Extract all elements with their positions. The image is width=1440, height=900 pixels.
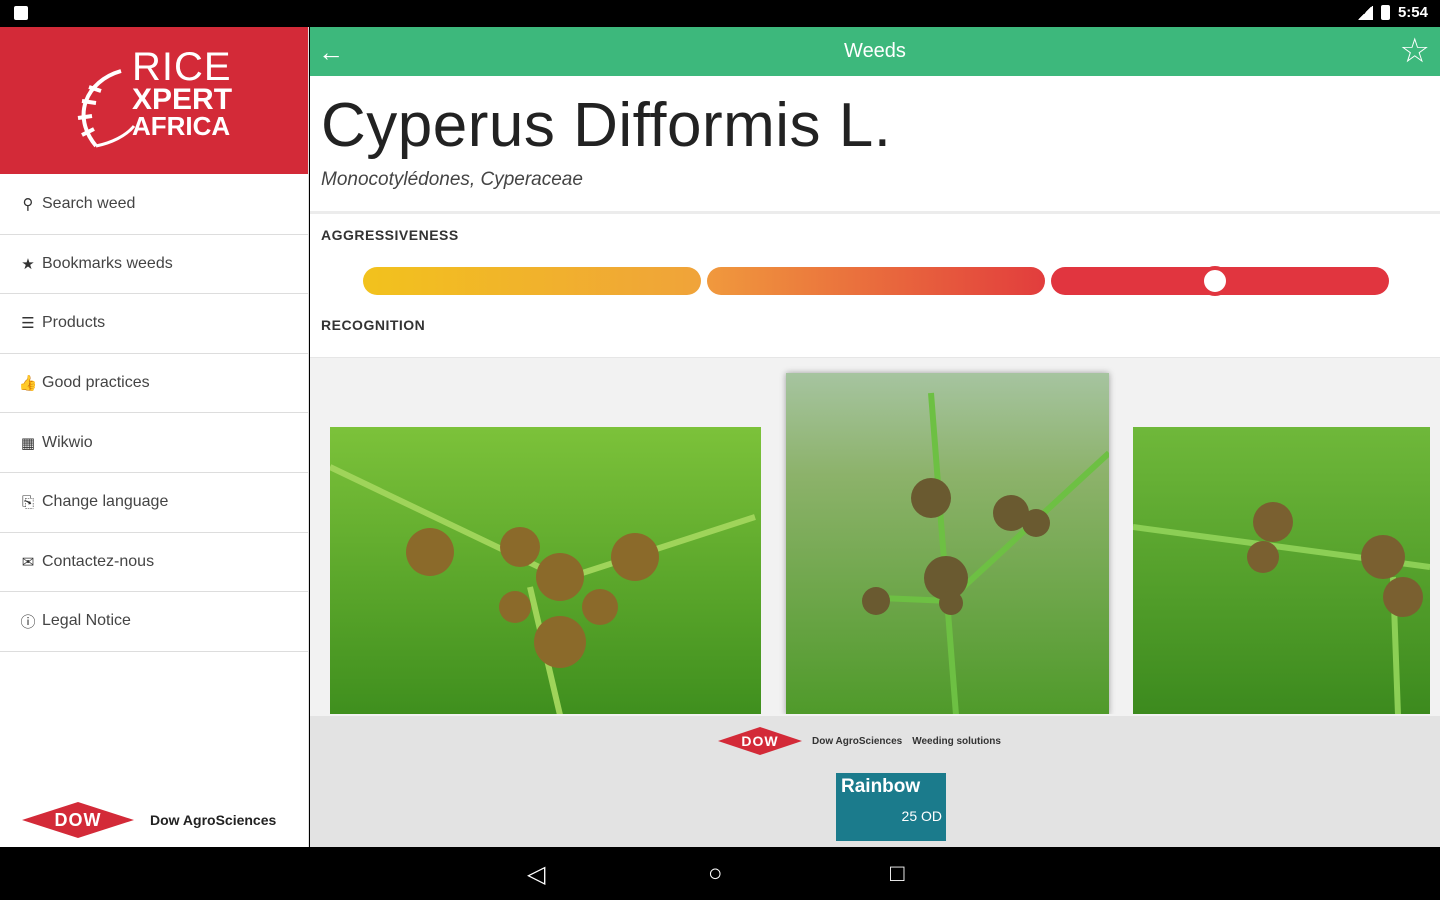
system-navigation-bar: ◁ ○ □ (0, 847, 1440, 900)
weed-name: Cyperus Difformis L. (321, 91, 892, 160)
logo-line-africa: AFRICA (132, 111, 231, 141)
rainbow-product-logo[interactable]: Rainbow 25 OD (836, 773, 946, 841)
search-icon: ⚲ (22, 196, 34, 214)
dow-logo: DOW (22, 801, 134, 839)
weed-family: Monocotylédones, Cyperaceae (321, 169, 583, 190)
aggressiveness-marker (1199, 266, 1230, 296)
status-bar: 5:54 (0, 0, 1440, 27)
envelope-icon: ✉ (21, 553, 35, 571)
menu-item-change-language[interactable]: ⎘ Change language (0, 473, 308, 533)
ad-company: Dow AgroSciences (812, 735, 903, 747)
menu-item-label: Wikwio (42, 433, 93, 451)
product-dose: 25 OD (901, 808, 942, 824)
menu-item-label: Contactez-nous (42, 552, 155, 570)
product-name: Rainbow (841, 776, 921, 797)
navigation-drawer: RICE XPERT AFRICA ⚲ Search weed ★ Bookma… (0, 27, 309, 847)
signal-icon (1356, 5, 1373, 20)
menu-item-good-practices[interactable]: 👍 Good practices (0, 354, 308, 414)
star-icon: ★ (21, 255, 35, 273)
language-icon: ⎘ (21, 493, 34, 511)
list-icon: ☰ (21, 315, 35, 333)
weed-photo-2[interactable] (786, 373, 1109, 714)
menu-item-wikwio[interactable]: ▦ Wikwio (0, 413, 308, 473)
sponsor-row: DOW Dow AgroSciences Weeding solutions (718, 726, 1001, 756)
menu-item-label: Search weed (42, 195, 136, 213)
app-logo: RICE XPERT AFRICA (0, 27, 308, 174)
sponsor-banner[interactable]: DOW Dow AgroSciences Weeding solutions R… (310, 716, 1440, 847)
app-bar-title: Weeds (844, 40, 906, 62)
bookmark-star-icon[interactable]: ☆ (1400, 31, 1430, 71)
dow-logo-text: DOW (741, 733, 779, 749)
thumbs-up-icon: 👍 (18, 375, 38, 393)
status-time: 5:54 (1397, 4, 1428, 21)
dow-logo: DOW (718, 726, 802, 756)
aggressiveness-title: AGGRESSIVENESS (321, 227, 459, 243)
weed-photo-3[interactable] (1133, 427, 1430, 714)
sponsor-name: Dow AgroSciences (150, 811, 277, 828)
menu-item-label: Bookmarks weeds (42, 254, 173, 272)
recognition-title: RECOGNITION (321, 317, 426, 333)
rice-wreath-icon (77, 69, 136, 148)
sponsor-footer: DOW Dow AgroSciences (0, 792, 309, 847)
logo-text: RICE XPERT AFRICA (132, 47, 232, 139)
weed-header: Cyperus Difformis L. Monocotylédones, Cy… (310, 76, 1440, 214)
drawer-menu: ⚲ Search weed ★ Bookmarks weeds ☰ Produc… (0, 175, 308, 652)
battery-icon (1380, 5, 1390, 20)
notification-icon (14, 6, 28, 20)
menu-item-bookmarks-weeds[interactable]: ★ Bookmarks weeds (0, 235, 308, 295)
ad-tagline: Weeding solutions (912, 735, 1001, 747)
dow-logo-text: DOW (54, 809, 102, 830)
aggressiveness-medium-segment (707, 267, 1045, 295)
weed-info: AGGRESSIVENESS RECOGNITION (310, 214, 1440, 358)
weed-photo-1[interactable] (330, 427, 761, 714)
logo-line-rice: RICE (132, 45, 232, 89)
menu-item-label: Good practices (42, 374, 150, 392)
menu-item-label: Products (42, 314, 106, 332)
menu-item-label: Legal Notice (42, 612, 131, 630)
menu-item-contact[interactable]: ✉ Contactez-nous (0, 533, 308, 593)
recognition-gallery[interactable] (310, 358, 1440, 714)
menu-item-products[interactable]: ☰ Products (0, 294, 308, 354)
book-icon: ▦ (20, 434, 36, 452)
aggressiveness-low-segment (363, 267, 701, 295)
nav-recents-icon[interactable]: □ (890, 860, 905, 888)
menu-item-search-weed[interactable]: ⚲ Search weed (0, 175, 308, 235)
app-bar: ← Weeds ☆ (310, 27, 1440, 76)
info-icon: ⓘ (20, 613, 36, 631)
aggressiveness-scale (363, 266, 1389, 296)
weed-detail: ← Weeds ☆ Cyperus Difformis L. Monocotyl… (310, 27, 1440, 847)
nav-back-icon[interactable]: ◁ (527, 860, 545, 889)
nav-home-icon[interactable]: ○ (708, 860, 723, 888)
menu-item-label: Change language (42, 493, 169, 511)
menu-item-legal-notice[interactable]: ⓘ Legal Notice (0, 592, 308, 652)
status-icons: 5:54 (1356, 4, 1428, 21)
